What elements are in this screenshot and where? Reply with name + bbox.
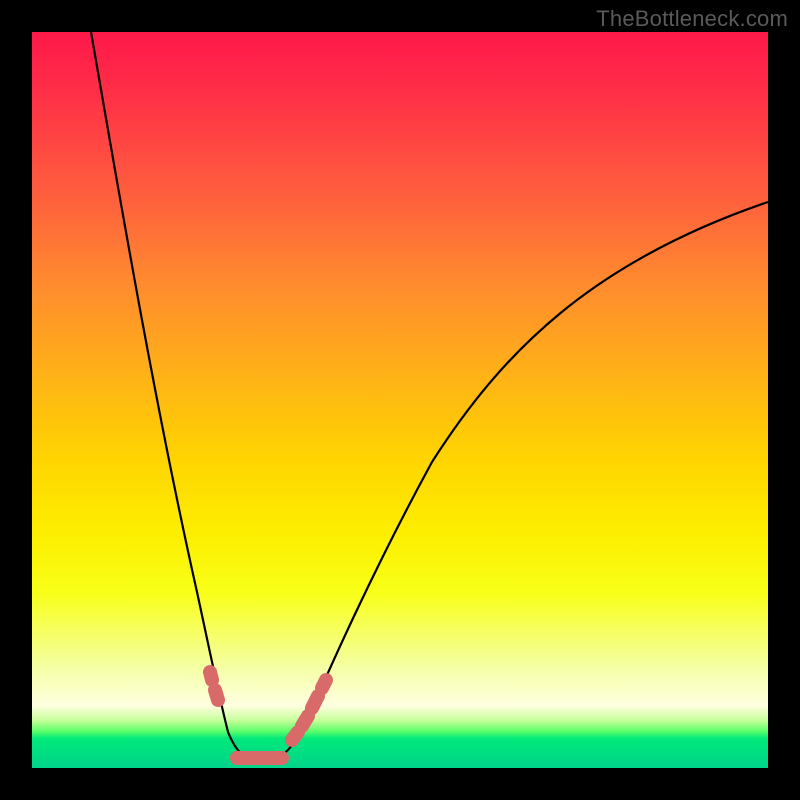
- plot-area: [32, 32, 768, 768]
- chart-frame: TheBottleneck.com: [0, 0, 800, 800]
- bottleneck-curve: [91, 32, 768, 762]
- highlight-dots-left: [210, 672, 218, 700]
- curve-layer: [32, 32, 768, 768]
- highlight-dots-right: [292, 680, 326, 740]
- watermark-text: TheBottleneck.com: [596, 6, 788, 32]
